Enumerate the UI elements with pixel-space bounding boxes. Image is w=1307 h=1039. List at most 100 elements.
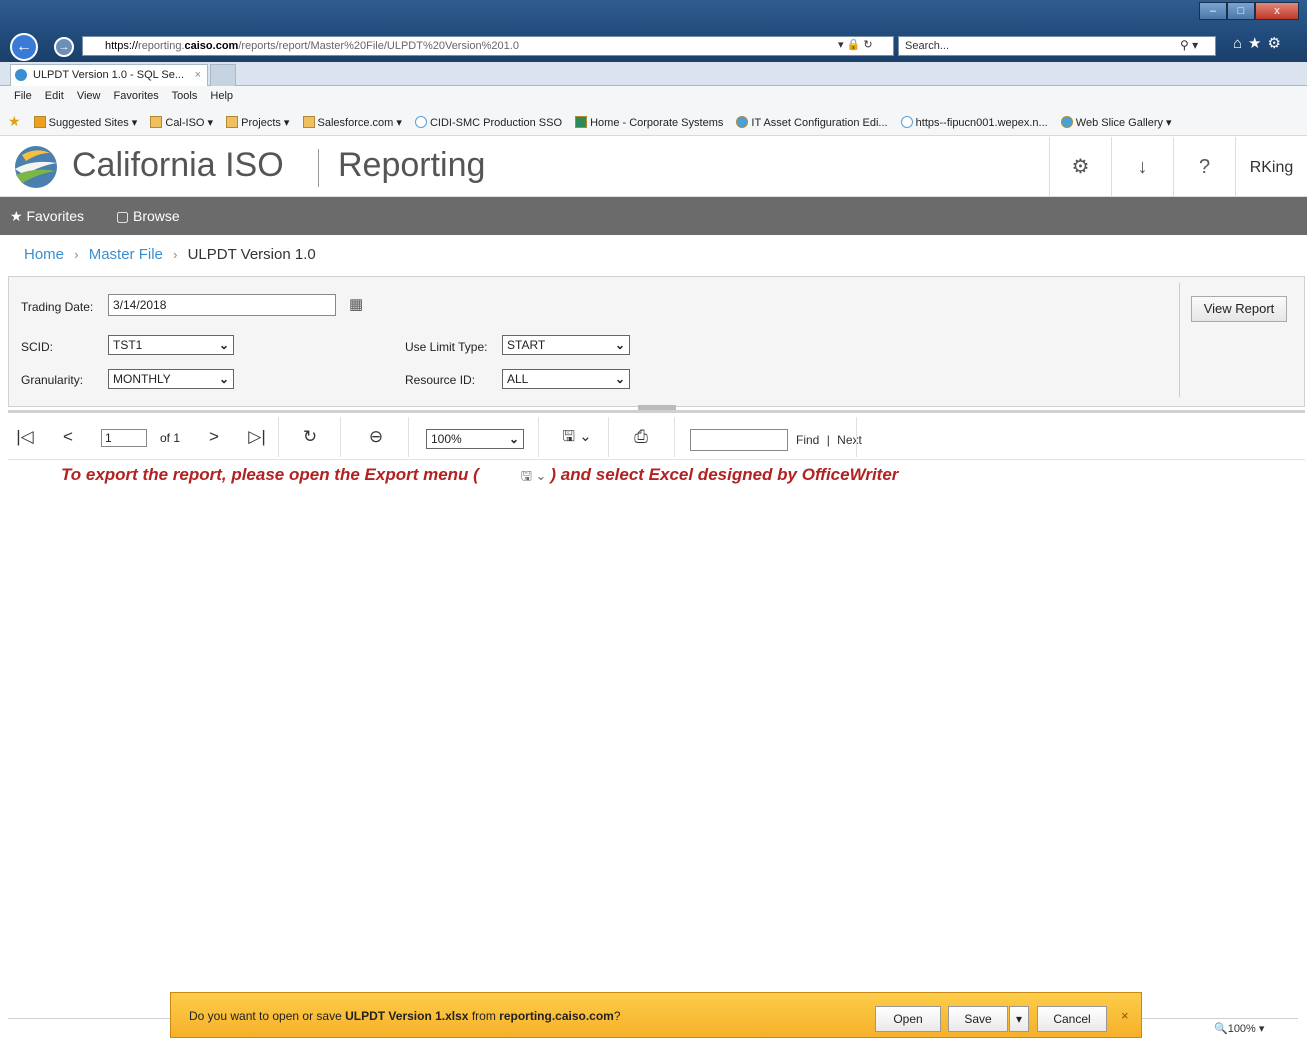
zoom-select[interactable]: 100% ⌄ [426, 429, 524, 449]
fav-suggested-sites[interactable]: Suggested Sites ▾ [33, 116, 137, 129]
nav-favorites[interactable]: ★ Favorites [10, 208, 84, 224]
back-to-parent-icon[interactable]: ⊖ [362, 413, 390, 460]
browser-search-input[interactable]: Search... [898, 36, 1216, 56]
ie-page-icon [15, 69, 27, 81]
use-limit-type-select[interactable]: START ⌄ [502, 335, 630, 355]
fav-label: IT Asset Configuration Edi... [751, 117, 888, 129]
menu-edit[interactable]: Edit [45, 90, 64, 102]
fav-label: Cal-ISO ▾ [165, 117, 214, 129]
fav-label: Salesforce.com ▾ [317, 117, 402, 129]
fav-label: https--fipucn001.wepex.n... [915, 117, 1048, 129]
view-report-button[interactable]: View Report [1191, 296, 1287, 322]
california-iso-logo-icon [15, 146, 57, 188]
address-controls[interactable]: ▾ 🔒 ↻ [838, 36, 873, 54]
next-page-icon[interactable]: > [202, 413, 226, 460]
print-icon[interactable]: ⎙ [626, 413, 656, 460]
fav-it-asset[interactable]: IT Asset Configuration Edi... [736, 116, 888, 129]
page-number-input[interactable]: 1 [101, 429, 147, 447]
find-next-link[interactable]: Next [837, 433, 862, 447]
report-parameters-panel: Trading Date: 3/14/2018 ▦ SCID: TST1 ⌄ Gr… [8, 276, 1305, 407]
fav-cidi-smc[interactable]: CIDI-SMC Production SSO [414, 116, 562, 129]
refresh-icon[interactable]: ↻ [296, 413, 324, 460]
first-page-icon[interactable]: |◁ [12, 413, 38, 460]
trading-date-input[interactable]: 3/14/2018 [108, 294, 336, 316]
tab-close-icon[interactable]: × [195, 65, 201, 85]
download-icon[interactable]: ↓ [1111, 137, 1173, 197]
settings-gear-icon[interactable]: ⚙ [1049, 137, 1111, 197]
maximize-button[interactable]: □ [1227, 2, 1255, 20]
open-button[interactable]: Open [875, 1006, 941, 1032]
report-toolbar: |◁ < 1 of 1 > ▷| ↻ ⊖ 100% ⌄ 🖫 ⌄ ⎙ Find | … [8, 410, 1305, 460]
granularity-select[interactable]: MONTHLY ⌄ [108, 369, 234, 389]
menu-tools[interactable]: Tools [172, 90, 198, 102]
chevron-down-icon: ⌄ [218, 372, 229, 386]
address-bar[interactable]: https://reporting.caiso.com/reports/repo… [82, 36, 894, 56]
use-limit-type-value: START [507, 338, 546, 352]
notif-site: reporting.caiso.com [499, 1009, 614, 1023]
calendar-icon[interactable]: ▦ [349, 295, 363, 313]
toolbar-divider [340, 417, 341, 457]
close-window-button[interactable]: x [1255, 2, 1299, 20]
cloud-icon [414, 116, 427, 128]
browser-toolbar-icons[interactable]: ⌂★⚙ [1233, 34, 1287, 52]
search-icon[interactable]: ⚲ ▾ [1180, 36, 1198, 54]
favorites-star-icon[interactable]: ★ [8, 113, 21, 129]
back-arrow-icon[interactable]: ← [10, 33, 38, 61]
find-separator: | [826, 433, 830, 447]
resource-id-label: Resource ID: [405, 373, 476, 387]
save-button[interactable]: Save [948, 1006, 1008, 1032]
chevron-down-icon: ⌄ [614, 338, 625, 352]
use-limit-type-label: Use Limit Type: [405, 340, 488, 354]
export-menu-icon[interactable]: 🖫 ⌄ [552, 413, 602, 460]
menu-bar: File Edit View Favorites Tools Help [0, 86, 1307, 106]
browser-tab[interactable]: ULPDT Version 1.0 - SQL Se... × [10, 64, 208, 86]
params-divider [1179, 283, 1180, 397]
fav-web-slice[interactable]: Web Slice Gallery ▾ [1060, 116, 1172, 129]
chevron-down-icon: ⌄ [508, 432, 519, 446]
forward-arrow-icon[interactable]: → [54, 37, 74, 57]
zoom-value: 100% [431, 432, 462, 446]
user-menu[interactable]: RKing [1235, 137, 1307, 197]
granularity-value: MONTHLY [113, 372, 171, 386]
last-page-icon[interactable]: ▷| [244, 413, 270, 460]
instruction-part1: To export the report, please open the Ex… [61, 465, 479, 484]
breadcrumb-master-file[interactable]: Master File [89, 246, 163, 263]
fav-projects[interactable]: Projects ▾ [226, 116, 289, 129]
find-link[interactable]: Find [796, 433, 819, 447]
app-header: California ISO Reporting ⚙ ↓ ? RKing [0, 137, 1307, 197]
menu-favorites[interactable]: Favorites [114, 90, 159, 102]
fav-home-corporate[interactable]: Home - Corporate Systems [575, 116, 723, 129]
url-scheme: https:// [105, 40, 139, 52]
fav-salesforce[interactable]: Salesforce.com ▾ [302, 116, 402, 129]
resource-id-value: ALL [507, 372, 529, 386]
save-options-dropdown[interactable]: ▾ [1009, 1006, 1029, 1032]
scid-select[interactable]: TST1 ⌄ [108, 335, 234, 355]
breadcrumb-home[interactable]: Home [24, 246, 64, 263]
export-menu-icon: 🖫 ⌄ [520, 468, 547, 483]
minimize-button[interactable]: – [1199, 2, 1227, 20]
fav-fipucn001[interactable]: https--fipucn001.wepex.n... [900, 116, 1048, 129]
previous-page-icon[interactable]: < [56, 413, 80, 460]
menu-file[interactable]: File [14, 90, 32, 102]
chevron-down-icon: ⌄ [218, 338, 229, 352]
nav-browse[interactable]: ▢ Browse [116, 208, 180, 224]
notif-prefix: Do you want to open or save [189, 1009, 346, 1023]
find-controls: Find | Next [796, 429, 862, 451]
resource-id-select[interactable]: ALL ⌄ [502, 369, 630, 389]
toolbar-divider [674, 417, 675, 457]
instruction-part2: ) and select Excel designed by OfficeWri… [550, 465, 899, 484]
find-text-input[interactable] [690, 429, 788, 451]
menu-view[interactable]: View [77, 90, 101, 102]
menu-help[interactable]: Help [210, 90, 233, 102]
fav-cal-iso[interactable]: Cal-ISO ▾ [150, 116, 214, 129]
status-zoom-control[interactable]: 🔍100% ▾ [1214, 1022, 1264, 1035]
browser-titlebar: – □ x ← → https://reporting.caiso.com/re… [0, 0, 1307, 62]
close-icon[interactable]: × [1121, 993, 1129, 1039]
cancel-button[interactable]: Cancel [1037, 1006, 1107, 1032]
url-host-prefix: reporting. [138, 40, 185, 52]
new-tab-button[interactable] [210, 64, 236, 86]
globe-icon [736, 116, 749, 128]
breadcrumb-separator: › [74, 247, 79, 262]
web-slice-icon [1060, 116, 1073, 128]
help-icon[interactable]: ? [1173, 137, 1235, 197]
